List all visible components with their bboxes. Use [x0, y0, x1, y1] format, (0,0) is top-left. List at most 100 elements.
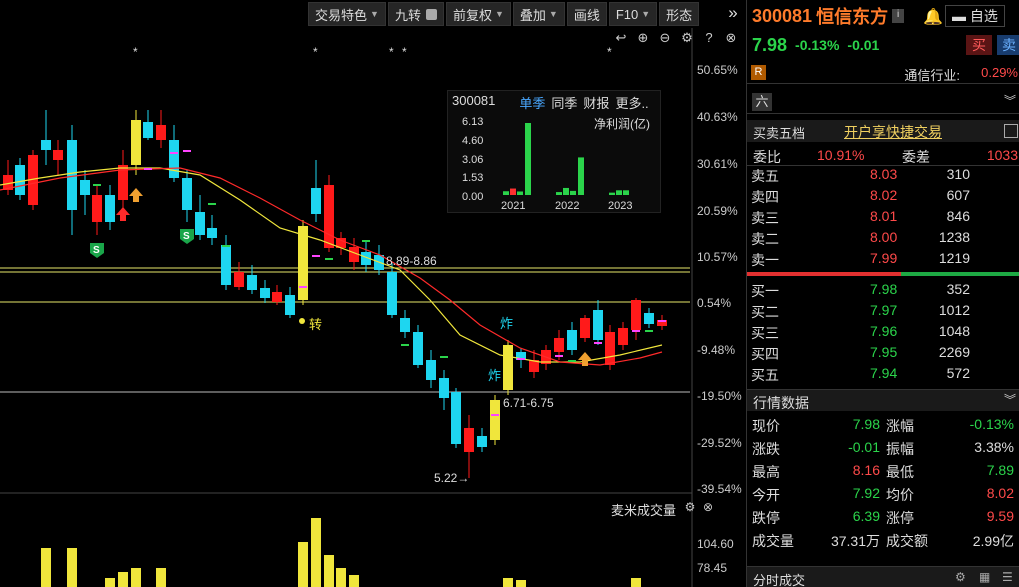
pattern-button[interactable]: 形态 [659, 2, 700, 26]
candle-body [53, 150, 63, 160]
volume-bar [516, 580, 526, 587]
volume-bar [298, 542, 308, 587]
settings-icon[interactable]: ⚙ [683, 500, 697, 514]
bid-row[interactable]: 买一 7.98 352 [747, 279, 1019, 300]
trade-features-button[interactable]: 交易特色 ▼ [308, 2, 386, 26]
stock-name[interactable]: 恒信东方 [816, 3, 888, 29]
candle-body [41, 140, 51, 150]
bid-row[interactable]: 买四 7.95 2269 [747, 342, 1019, 363]
y-axis-label: -39.54% [697, 482, 742, 496]
md-label: 振幅 [886, 441, 914, 457]
sell-button[interactable]: 卖 [997, 35, 1019, 55]
lock-icon [425, 8, 437, 20]
md-value: 8.16 [852, 462, 880, 478]
quick-trade-link[interactable]: 开户享快捷交易 [844, 122, 942, 142]
mini-code: 300081 [452, 93, 496, 108]
profit-bar [556, 192, 562, 195]
profit-bar [623, 190, 629, 195]
volume-bar [67, 548, 77, 587]
forward-adjust-button[interactable]: 前复权 ▼ [445, 2, 511, 26]
md-value: 3.38% [974, 439, 1014, 455]
md-value: 7.89 [986, 462, 1014, 478]
chart-toolbar: 交易特色 ▼ 九转 前复权 ▼ 叠加 ▼ 画线 F10 ▼ 形态 [308, 2, 700, 26]
candle-body [324, 185, 334, 248]
volume-bar [156, 568, 166, 587]
list-icon[interactable]: ☰ [1002, 570, 1016, 584]
chevron-down-icon[interactable]: ︾ [1004, 95, 1016, 107]
profit-mini-panel[interactable]: 300081 单季 同季 财报 更多.. 净利润(亿) 6.13 4.60 3.… [447, 90, 661, 213]
ask-label: 卖三 [751, 210, 779, 226]
md-value: 6.39 [852, 508, 880, 524]
md-value: -0.01 [848, 439, 880, 455]
bid-row[interactable]: 买三 7.96 1048 [747, 321, 1019, 342]
orderbook-header: 买卖五档 开户享快捷交易 [747, 120, 1019, 142]
candle-body [67, 140, 77, 210]
tab-single-quarter[interactable]: 单季 [519, 93, 545, 112]
tab-report[interactable]: 财报 [583, 93, 609, 112]
volume-bar [105, 578, 115, 587]
settings-icon[interactable]: ⚙ [955, 570, 969, 584]
candle-body [272, 292, 282, 302]
grid-icon[interactable] [1004, 124, 1018, 138]
bid-volume: 572 [946, 365, 970, 381]
md-label: 涨幅 [886, 418, 914, 434]
bell-icon[interactable]: 🔔 [923, 7, 943, 26]
s-badge-label: S [93, 245, 100, 256]
calendar-icon[interactable]: ▦ [979, 570, 993, 584]
bid-row[interactable]: 买二 7.97 1012 [747, 300, 1019, 321]
candle-body [490, 400, 500, 440]
signal-tick [222, 245, 230, 247]
bid-volume: 1048 [938, 323, 970, 339]
signal-tick [299, 286, 307, 288]
bid-row[interactable]: 买五 7.94 572 [747, 363, 1019, 384]
star-marker: * [313, 45, 318, 59]
profit-bar [503, 191, 509, 195]
profit-bar [563, 187, 569, 195]
ratio-row: 委比 10.91% 委差 1033 [747, 144, 1019, 166]
draw-line-button[interactable]: 画线 [566, 2, 607, 26]
time-sales-header: 分时成交 ⚙ ▦ ☰ [747, 566, 1019, 587]
md-value: 37.31万 [830, 533, 880, 549]
tab-more[interactable]: 更多.. [615, 93, 648, 112]
volume-controls: ⚙ ⊗ [683, 500, 715, 514]
zha-label-1: 炸 [500, 316, 514, 331]
candle-body [439, 378, 449, 398]
mini-y-tick: 3.06 [462, 154, 484, 166]
range-low-label: 6.71-6.75 [503, 396, 554, 410]
watchlist-button[interactable]: ▬ 自选 [945, 5, 1005, 27]
close-icon[interactable]: ⊗ [701, 500, 715, 514]
bid-price: 7.94 [870, 365, 898, 381]
ask-row[interactable]: 卖四 8.02 607 [747, 185, 1019, 206]
md-label: 均价 [886, 487, 914, 503]
candle-body [247, 275, 257, 290]
nine-turn-button[interactable]: 九转 [387, 2, 444, 26]
ask-row[interactable]: 卖一 7.99 1219 [747, 248, 1019, 269]
candle-body [413, 332, 423, 365]
y-axis-label: 10.57% [697, 250, 738, 264]
md-label: 成交额 [886, 533, 928, 549]
ask-price: 8.02 [870, 187, 898, 203]
info-icon[interactable]: i [892, 9, 905, 23]
tab-same-quarter[interactable]: 同季 [551, 93, 577, 112]
ask-row[interactable]: 卖二 8.00 1238 [747, 227, 1019, 248]
f10-button[interactable]: F10 ▼ [608, 2, 658, 26]
candle-body [182, 178, 192, 210]
md-value: 7.92 [852, 485, 880, 501]
time-sales-title: 分时成交 [753, 573, 806, 587]
ask-row[interactable]: 卖三 8.01 846 [747, 206, 1019, 227]
candle-body [503, 345, 513, 390]
six-button[interactable]: 六 [752, 93, 772, 111]
stock-header: 300081 恒信东方 i 🔔 ▬ 自选 [747, 4, 1019, 28]
ask-row[interactable]: 卖五 8.03 310 [747, 164, 1019, 185]
overlay-button[interactable]: 叠加 ▼ [512, 2, 565, 26]
industry-name[interactable]: 通信行业: [904, 65, 960, 84]
md-label: 成交量 [752, 533, 794, 549]
bid-label: 买二 [751, 304, 779, 320]
buy-button[interactable]: 买 [966, 35, 992, 55]
ask-volume: 310 [946, 166, 970, 182]
market-data-row: 跌停 6.39 涨停 9.59 [747, 505, 1019, 528]
signal-tick [325, 258, 333, 260]
chevron-down-icon[interactable]: ︾ [1004, 394, 1016, 406]
double-chevron-right-icon[interactable]: » [720, 2, 746, 26]
quote-sidebar: 300081 恒信东方 i 🔔 ▬ 自选 7.98 -0.13% -0.01 买… [746, 0, 1019, 587]
